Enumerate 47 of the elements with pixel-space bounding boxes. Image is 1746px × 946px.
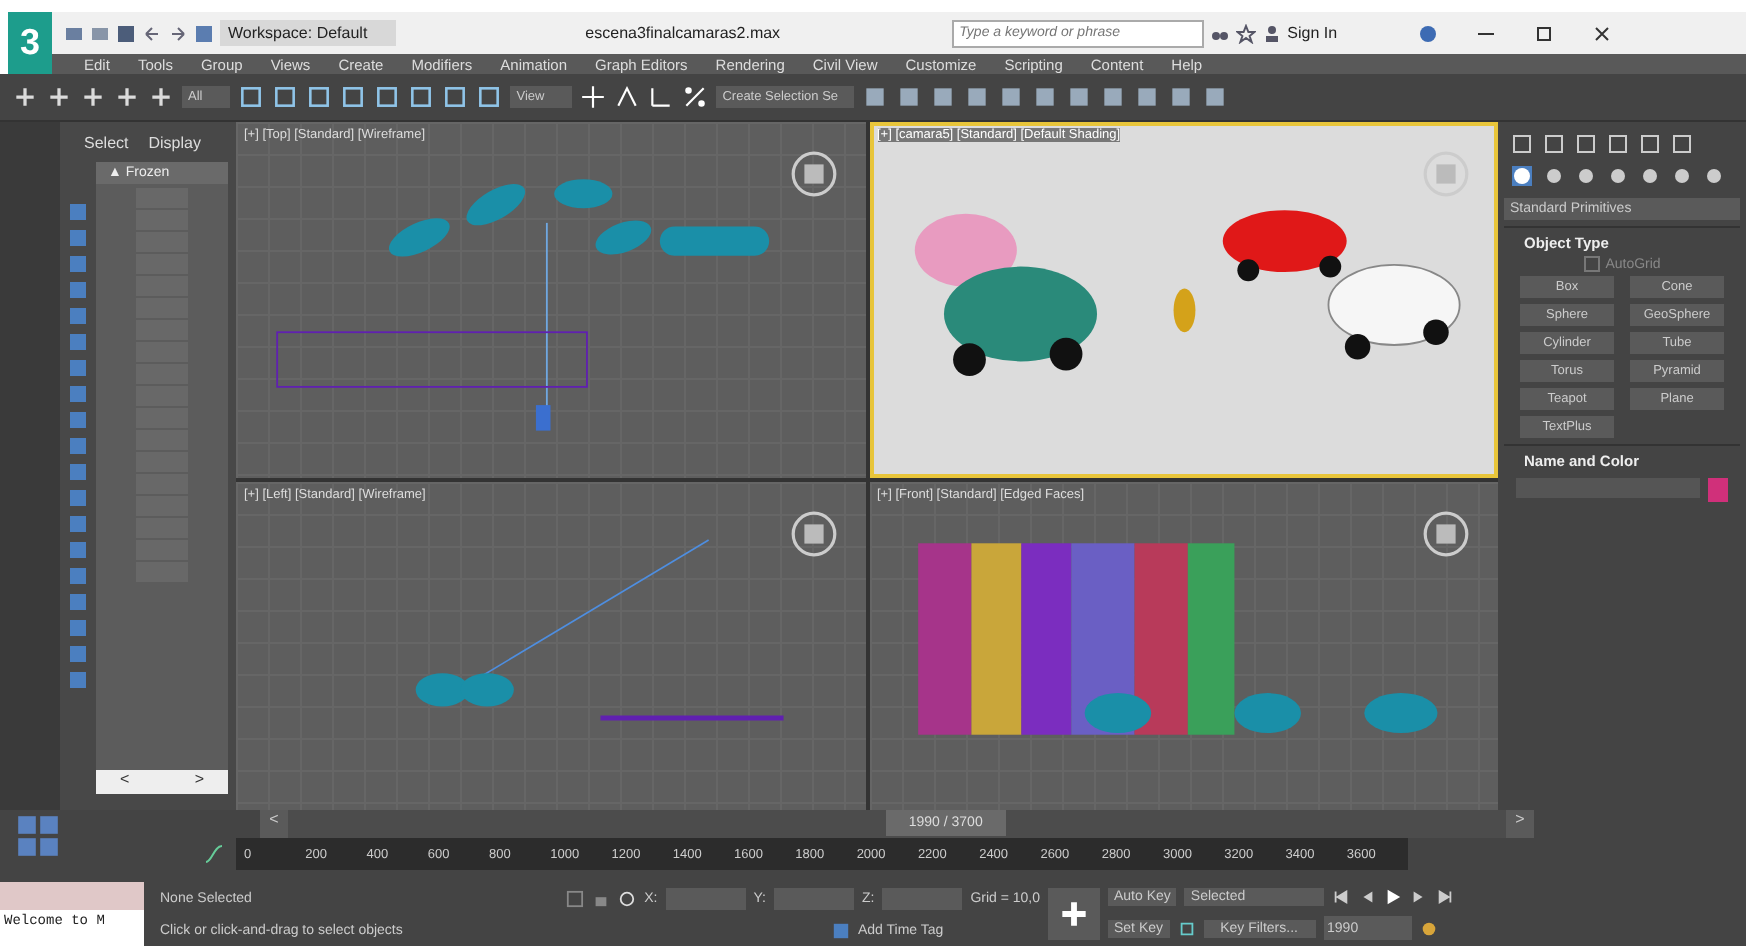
panel-tab-icon[interactable] bbox=[1576, 134, 1596, 155]
explorer-tab[interactable]: Display bbox=[148, 133, 201, 152]
scroll-right-arrow[interactable]: > bbox=[194, 770, 204, 795]
workspace-dropdown[interactable]: Workspace: Default bbox=[220, 20, 396, 46]
snap-icon[interactable] bbox=[614, 84, 641, 111]
panel-tab-icon[interactable] bbox=[1672, 134, 1692, 155]
go-to-end-icon[interactable] bbox=[1436, 887, 1455, 906]
previous-frame-icon[interactable] bbox=[1358, 887, 1377, 906]
view-cube-icon[interactable] bbox=[789, 510, 837, 559]
transform-mode-icon[interactable] bbox=[618, 890, 637, 908]
add-key-button[interactable] bbox=[1048, 888, 1100, 940]
scroll-left-arrow[interactable]: < bbox=[120, 770, 130, 795]
sign-in-link[interactable]: Sign In bbox=[1287, 24, 1412, 42]
app-logo[interactable]: 3 bbox=[8, 12, 52, 74]
viewport-layout-icon[interactable] bbox=[16, 814, 60, 859]
command-input-field[interactable] bbox=[0, 882, 144, 910]
color-swatch[interactable] bbox=[1708, 478, 1728, 503]
play-icon[interactable] bbox=[1384, 887, 1403, 906]
explorer-tab[interactable]: Select bbox=[84, 133, 129, 152]
pivot-icon[interactable] bbox=[580, 84, 607, 111]
category-icon[interactable] bbox=[1640, 166, 1660, 187]
maximize-icon[interactable] bbox=[1533, 23, 1554, 43]
panel-tab-icon[interactable] bbox=[1608, 134, 1628, 155]
category-icon[interactable] bbox=[1608, 166, 1628, 187]
percent-snap-icon[interactable] bbox=[682, 84, 709, 111]
category-icon[interactable] bbox=[1544, 166, 1564, 187]
window-title: escena3finalcamaras2.max bbox=[585, 24, 783, 42]
angle-snap-icon[interactable] bbox=[648, 84, 675, 111]
view-cube-icon[interactable] bbox=[789, 150, 837, 199]
next-frame-button[interactable]: > bbox=[1506, 810, 1534, 839]
close-icon[interactable] bbox=[1591, 23, 1612, 43]
curve-editor-icon[interactable] bbox=[204, 844, 224, 865]
category-icon[interactable] bbox=[1576, 166, 1596, 187]
go-to-start-icon[interactable] bbox=[1332, 887, 1351, 906]
panel-tab-icon[interactable] bbox=[1512, 134, 1532, 155]
horizontal-scrollbar[interactable]: < > bbox=[96, 770, 228, 795]
category-icon[interactable] bbox=[1704, 166, 1724, 187]
view-cube-icon[interactable] bbox=[1422, 510, 1470, 559]
panel-tab-icon[interactable] bbox=[1544, 134, 1564, 155]
plus-icon bbox=[1060, 900, 1088, 928]
panel-tab-icon[interactable] bbox=[1640, 134, 1660, 155]
autogrid-checkbox[interactable] bbox=[1583, 256, 1600, 273]
star-icon[interactable] bbox=[1235, 23, 1256, 43]
user-icon[interactable] bbox=[1261, 23, 1282, 43]
previous-frame-button[interactable]: < bbox=[260, 810, 288, 839]
category-icon[interactable] bbox=[1672, 166, 1692, 187]
geometry-icon[interactable] bbox=[1512, 166, 1532, 187]
